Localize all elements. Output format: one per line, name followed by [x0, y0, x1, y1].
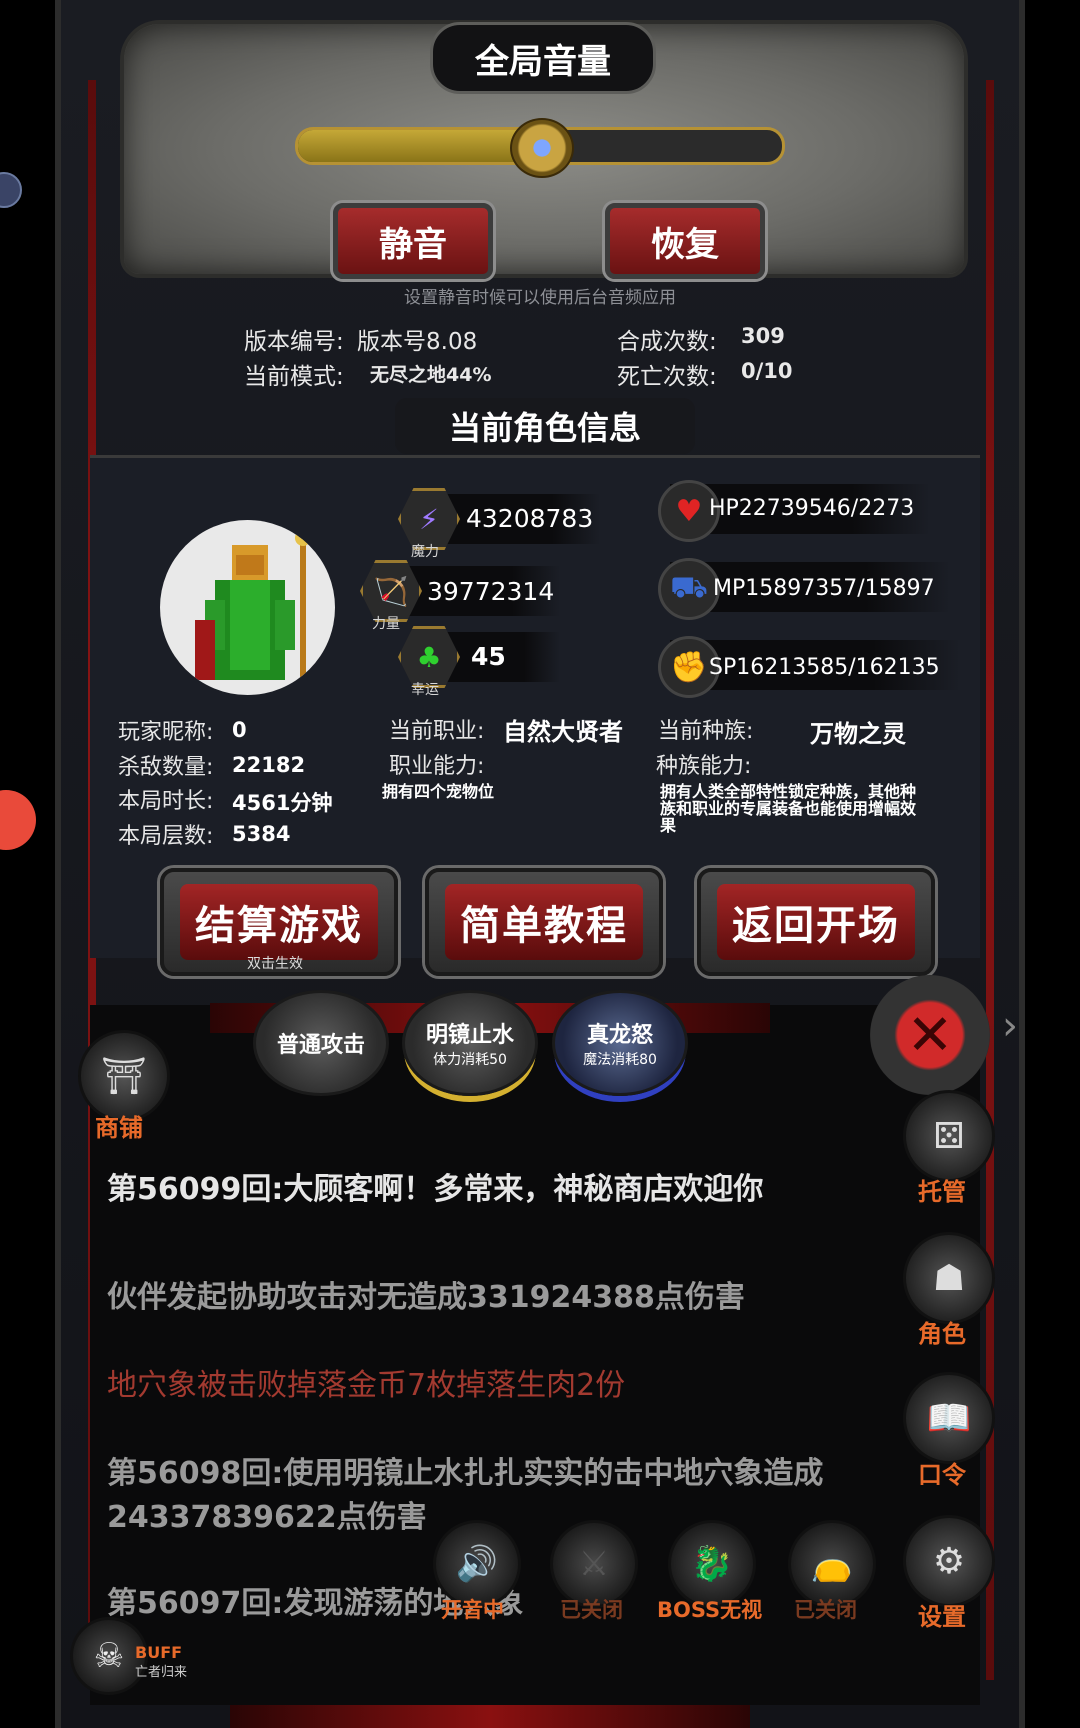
auto-label[interactable]: 托管 — [918, 1172, 966, 1207]
skill-name: 普通攻击 — [276, 1033, 365, 1058]
settings-label[interactable]: 设置 — [918, 1597, 966, 1632]
duration-value: 4561分钟 — [232, 791, 333, 815]
close-icon[interactable]: ✕ — [870, 975, 990, 1095]
duration-label: 本局时长: — [118, 789, 214, 814]
synth-label: 合成次数: — [617, 329, 717, 355]
buff-subtitle: 亡者归来 — [135, 1665, 188, 1680]
mute-button[interactable]: 静音 — [333, 203, 493, 279]
nickname-label: 玩家昵称: — [118, 720, 214, 745]
hooded-figure-icon[interactable]: ☗ — [903, 1232, 995, 1324]
skill-name: 明镜止水 — [425, 1023, 514, 1048]
skill-dragon-fury[interactable]: 真龙怒 魔法消耗80 — [552, 990, 688, 1096]
mode-value: 无尽之地44% — [370, 364, 492, 386]
volume-slider-knob[interactable] — [510, 118, 574, 178]
race-ability-label: 种族能力: — [656, 754, 752, 779]
boss-toggle-label[interactable]: BOSS无视 — [657, 1594, 762, 1624]
log-line: 第56099回:大顾客啊！多常来，神秘商店欢迎你 — [107, 1172, 764, 1207]
skill-cost: 魔法消耗80 — [583, 1052, 657, 1068]
race-ability-value: 拥有人类全部特性锁定种族，其他种族和职业的专属装备也能使用增幅效果 — [660, 782, 917, 835]
version-value: 版本号8.08 — [357, 329, 478, 355]
strength-label: 力量 — [372, 616, 400, 632]
volume-hint: 设置静音时候可以使用后台音频应用 — [404, 288, 676, 308]
sp-value: SP16213585/162135 — [709, 655, 940, 680]
luck-value: 45 — [471, 642, 506, 671]
race-value: 万物之灵 — [810, 720, 906, 748]
character-section-title: 当前角色信息 — [395, 398, 695, 454]
log-line: 地穴象被击败掉落金币7枚掉落生肉2份 — [107, 1368, 626, 1403]
job-ability-label: 职业能力: — [389, 754, 485, 779]
tutorial-label: 简单教程 — [445, 884, 643, 960]
settle-game-label: 结算游戏 — [180, 884, 378, 960]
attack-toggle-label[interactable]: 已关闭 — [560, 1594, 623, 1624]
nickname-value: 0 — [232, 718, 247, 742]
buff-title: BUFF — [135, 1643, 183, 1662]
gear-icon[interactable]: ⚙ — [903, 1515, 995, 1607]
chevron-right-icon[interactable]: › — [1002, 1003, 1018, 1049]
role-label[interactable]: 角色 — [918, 1314, 966, 1349]
volume-title: 全局音量 — [430, 22, 656, 94]
job-value: 自然大贤者 — [503, 718, 623, 746]
race-label: 当前种族: — [658, 719, 754, 744]
magic-label: 魔力 — [411, 544, 439, 560]
settle-game-hint: 双击生效 — [247, 956, 303, 972]
bottom-banner — [230, 1705, 750, 1728]
mode-label: 当前模式: — [244, 364, 344, 390]
floors-value: 5384 — [232, 822, 291, 846]
floating-ball-icon[interactable] — [0, 172, 22, 208]
return-start-button[interactable]: 返回开场 — [697, 868, 935, 976]
death-value: 0/10 — [741, 359, 793, 383]
mp-value: MP15897357/15897 — [713, 576, 935, 601]
skill-cost: 体力消耗50 — [433, 1052, 507, 1068]
shop-label[interactable]: 商铺 — [95, 1108, 143, 1143]
skill-mirror-water[interactable]: 明镜止水 体力消耗50 — [402, 990, 538, 1096]
version-label: 版本编号: — [244, 329, 344, 355]
magic-value: 43208783 — [466, 504, 594, 533]
job-ability-value: 拥有四个宠物位 — [382, 782, 495, 801]
job-label: 当前职业: — [389, 719, 485, 744]
strength-value: 39772314 — [427, 577, 555, 606]
skill-name: 真龙怒 — [586, 1023, 653, 1048]
tutorial-button[interactable]: 简单教程 — [425, 868, 663, 976]
synth-value: 309 — [741, 324, 785, 348]
mp-icon: ⛟ — [658, 558, 720, 620]
skill-normal-attack[interactable]: 普通攻击 — [253, 990, 389, 1096]
return-start-label: 返回开场 — [717, 884, 915, 960]
floating-user-icon[interactable] — [0, 790, 36, 850]
hp-value: HP22739546/2273 — [709, 496, 915, 521]
book-icon[interactable]: 📖 — [903, 1372, 995, 1464]
loot-toggle-label[interactable]: 已关闭 — [794, 1594, 857, 1624]
code-label[interactable]: 口令 — [918, 1455, 966, 1490]
volume-slider-fill — [298, 130, 540, 162]
dice-icon[interactable]: ⚄ — [903, 1090, 995, 1182]
kills-value: 22182 — [232, 753, 306, 777]
death-label: 死亡次数: — [617, 364, 717, 390]
floors-label: 本局层数: — [118, 824, 214, 849]
kills-label: 杀敌数量: — [118, 755, 214, 780]
character-avatar — [160, 520, 335, 695]
restore-button[interactable]: 恢复 — [605, 203, 765, 279]
sound-toggle-label[interactable]: 开音中 — [441, 1594, 504, 1624]
log-line: 伙伴发起协助攻击对无造成331924388点伤害 — [107, 1280, 745, 1315]
luck-label: 幸运 — [411, 682, 439, 698]
